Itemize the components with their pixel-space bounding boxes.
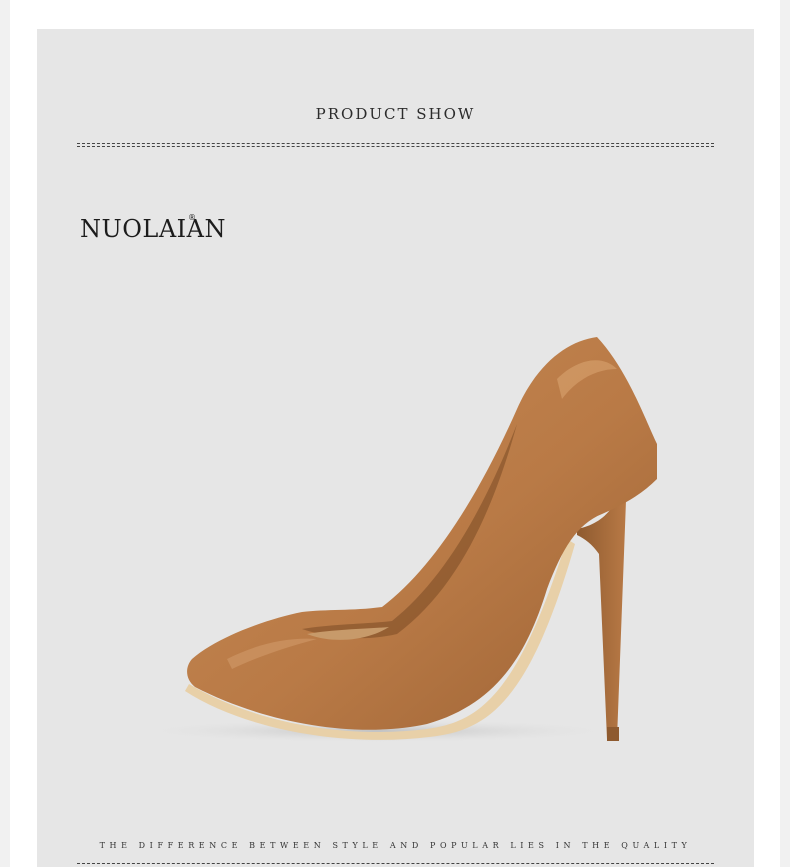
title-divider — [77, 143, 714, 144]
section-title: PRODUCT SHOW — [315, 105, 476, 123]
heel-tip — [607, 727, 619, 741]
brand-tagline: THE DIFFERENCE BETWEEN STYLE AND POPULAR… — [99, 841, 692, 850]
product-detail-page: PRODUCT SHOW NUOLAIAN ® THE DIFFERENCE B… — [0, 0, 790, 867]
shoe-illustration — [132, 337, 657, 743]
footer-divider — [77, 863, 714, 864]
left-gutter — [0, 0, 10, 867]
registered-mark: ® — [188, 213, 196, 222]
product-image — [97, 299, 657, 749]
brand-logo: NUOLAIAN — [80, 215, 226, 243]
title-divider-secondary — [77, 146, 714, 147]
product-show-panel: PRODUCT SHOW NUOLAIAN ® THE DIFFERENCE B… — [37, 29, 754, 867]
right-gutter — [780, 0, 790, 867]
